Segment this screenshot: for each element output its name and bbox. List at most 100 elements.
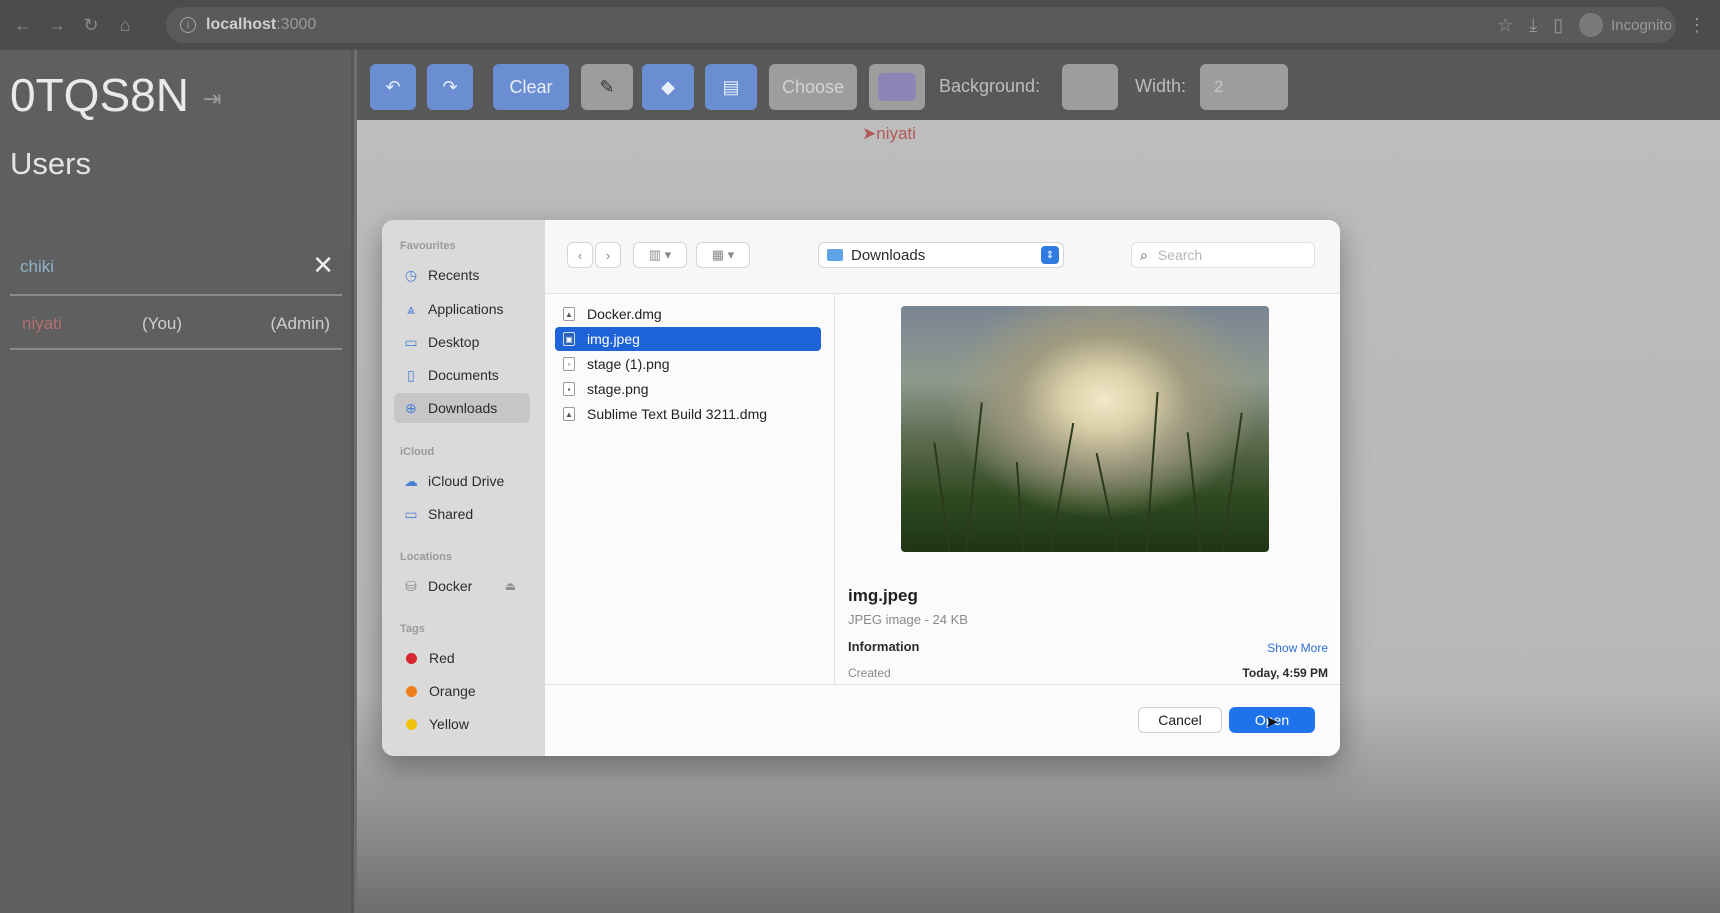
reload-icon[interactable]: ↻ (74, 8, 108, 42)
clock-icon: ◷ (404, 266, 418, 283)
dialog-toolbar: ‹ › ▥ ▾ ▦ ▾ Downloads ⇕ ⌕ Search (545, 220, 1340, 294)
view-mode-button[interactable]: ▥ ▾ (633, 242, 687, 268)
sidebar-item-icloud-drive[interactable]: ☁ iCloud Drive (394, 466, 530, 496)
preview-created-value: Today, 4:59 PM (1242, 666, 1328, 680)
location-dropdown[interactable]: Downloads ⇕ (818, 242, 1064, 268)
forward-button[interactable]: › (595, 242, 621, 268)
background-color-swatch[interactable] (1062, 64, 1118, 110)
cloud-icon: ☁ (404, 472, 418, 489)
sidebar-item-label: Downloads (428, 400, 498, 416)
browser-menu-icon[interactable]: ⋮ (1688, 15, 1706, 36)
icloud-heading: iCloud (400, 446, 435, 458)
users-sidebar: 0TQS8N ⇥ Users ✕ niyati (You) (Admin) (0, 50, 354, 913)
sidebar-tag-yellow[interactable]: Yellow (394, 709, 530, 739)
back-arrow-icon[interactable]: ← (6, 8, 40, 42)
location-label: Downloads (851, 246, 926, 264)
site-info-icon[interactable]: i (180, 17, 196, 33)
url-host: localhost (206, 16, 277, 33)
image-upload-button[interactable]: ▤ (705, 64, 757, 110)
file-row[interactable]: ▲ Docker.dmg (555, 302, 821, 326)
sidebar-item-docker[interactable]: ⛁ Docker ⏏ (394, 571, 530, 601)
search-placeholder: Search (1157, 247, 1203, 263)
download-circle-icon: ⊕ (405, 399, 417, 416)
leave-room-icon[interactable]: ⇥ (203, 86, 221, 112)
pen-tool-button[interactable]: ✎ (581, 64, 633, 110)
side-panel-icon[interactable]: ▯ (1553, 15, 1563, 36)
group-mode-button[interactable]: ▦ ▾ (696, 242, 750, 268)
sidebar-item-documents[interactable]: ▯ Documents (394, 360, 530, 390)
file-name: Sublime Text Build 3211.dmg (587, 406, 768, 422)
browser-toolbar: ← → ↻ ⌂ i localhost:3000 ☆ ⤓ ▯ Incognito… (0, 0, 1720, 50)
eraser-tool-button[interactable]: ◆ (642, 64, 694, 110)
pen-color-swatch[interactable] (869, 64, 925, 110)
mouse-pointer-icon: ➤ (1265, 714, 1279, 731)
sidebar-item-downloads[interactable]: ⊕ Downloads (394, 393, 530, 423)
sidebar-item-label: Docker (428, 578, 473, 594)
folder-icon (827, 249, 843, 261)
bookmark-star-icon[interactable]: ☆ (1497, 15, 1513, 36)
sidebar-item-recents[interactable]: ◷ Recents (394, 260, 530, 290)
file-row[interactable]: ▪ stage.png (555, 377, 821, 401)
file-row[interactable]: ▫ stage (1).png (555, 352, 821, 376)
home-icon[interactable]: ⌂ (108, 8, 142, 42)
chevron-right-icon: › (605, 247, 611, 263)
address-bar[interactable]: i localhost:3000 (166, 7, 1676, 43)
undo-icon: ↶ (385, 76, 401, 97)
file-name: stage (1).png (587, 356, 670, 372)
eraser-icon: ◆ (661, 76, 675, 97)
user-search: ✕ (10, 240, 342, 296)
forward-arrow-icon[interactable]: → (40, 8, 74, 42)
file-name: img.jpeg (587, 331, 640, 347)
sidebar-item-label: iCloud Drive (428, 473, 505, 489)
sidebar-item-applications[interactable]: ⩓ Applications (394, 294, 530, 324)
orange-tag-icon (406, 685, 417, 697)
sidebar-tag-red[interactable]: Red (394, 643, 530, 673)
redo-icon: ↷ (442, 76, 458, 97)
back-button[interactable]: ‹ (567, 242, 593, 268)
image-file-icon: ▣ (563, 332, 575, 346)
dialog-search-field[interactable]: ⌕ Search (1131, 242, 1315, 268)
width-input[interactable]: 2 (1200, 64, 1288, 110)
sidebar-item-label: Yellow (429, 716, 469, 732)
cancel-button[interactable]: Cancel (1138, 707, 1222, 733)
redo-button[interactable]: ↷ (427, 64, 473, 110)
png-file-icon: ▪ (563, 382, 575, 396)
chevron-left-icon: ‹ (577, 247, 583, 263)
users-heading: Users (10, 146, 91, 181)
room-code: 0TQS8N (10, 69, 189, 121)
pencil-icon: ✎ (599, 76, 615, 97)
user-you-tag: (You) (142, 314, 183, 333)
sidebar-item-desktop[interactable]: ▭ Desktop (394, 327, 530, 357)
choose-button[interactable]: Choose (769, 64, 857, 110)
disk-icon: ⛁ (405, 577, 417, 594)
close-icon[interactable]: ✕ (312, 252, 334, 278)
grid-view-icon: ▦ ▾ (711, 247, 735, 262)
sidebar-item-label: Recents (428, 267, 480, 283)
preview-information-heading: Information (848, 639, 920, 654)
applications-icon: ⩓ (407, 300, 415, 317)
download-icon[interactable]: ⤓ (1529, 15, 1537, 36)
clear-button[interactable]: Clear (493, 64, 569, 110)
png-file-icon: ▫ (563, 357, 575, 371)
user-search-input[interactable] (20, 254, 300, 280)
sidebar-item-shared[interactable]: ▭ Shared (394, 499, 530, 529)
user-name: niyati (22, 314, 62, 333)
preview-image (901, 306, 1269, 552)
favourites-heading: Favourites (400, 240, 456, 252)
show-more-link[interactable]: Show More (1267, 641, 1328, 655)
file-row-selected[interactable]: ▣ img.jpeg (555, 327, 821, 351)
file-row[interactable]: ▲ Sublime Text Build 3211.dmg (555, 402, 821, 426)
incognito-indicator[interactable]: Incognito (1579, 13, 1672, 37)
file-name: stage.png (587, 381, 649, 397)
undo-button[interactable]: ↶ (370, 64, 416, 110)
sidebar-tag-orange[interactable]: Orange (394, 676, 530, 706)
remote-cursor-label: niyati (876, 124, 916, 143)
file-open-dialog: Favourites ◷ Recents ⩓ Applications ▭ Deskt… (382, 220, 1340, 756)
eject-icon[interactable]: ⏏ (505, 579, 516, 593)
sidebar-item-label: Documents (428, 367, 499, 383)
file-icon: ▤ (722, 76, 740, 97)
disk-image-icon: ▲ (563, 407, 575, 421)
locations-heading: Locations (400, 551, 452, 563)
red-tag-icon (406, 652, 417, 664)
shared-folder-icon: ▭ (404, 505, 418, 522)
